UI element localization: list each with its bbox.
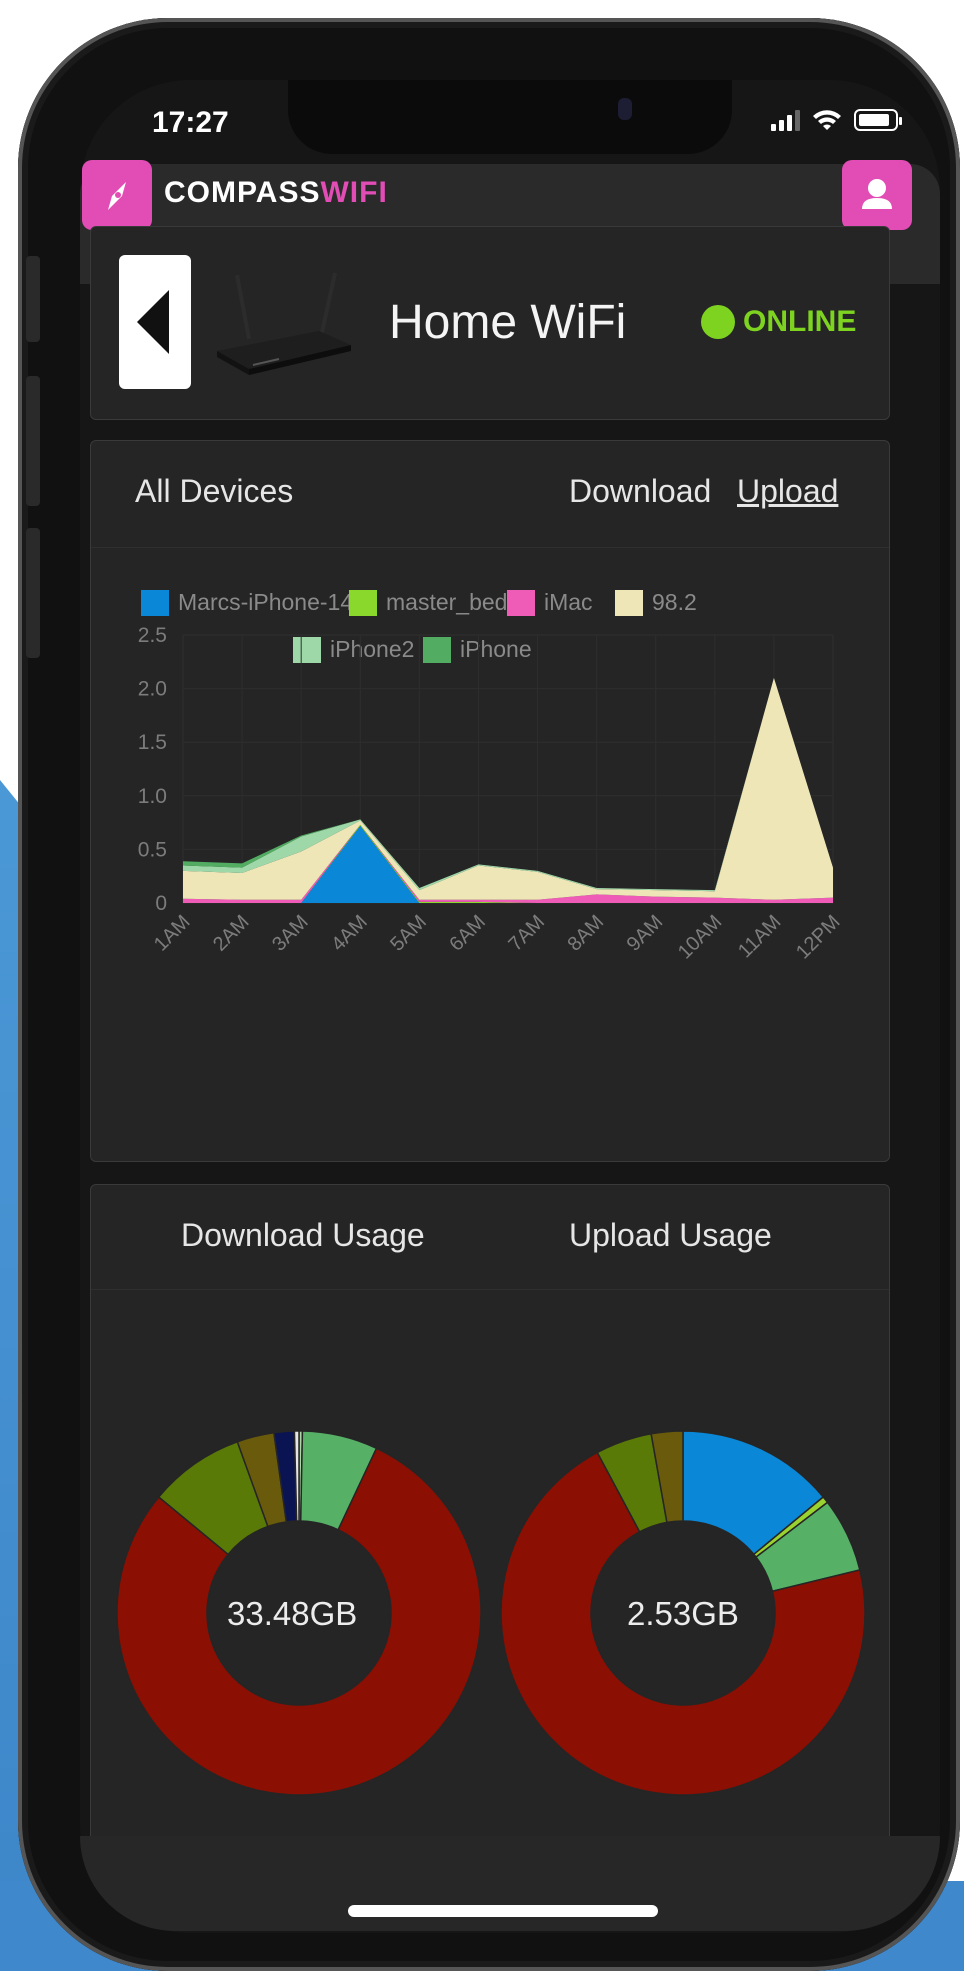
x-tick-label: 8AM bbox=[564, 911, 609, 956]
volume-up-button bbox=[26, 376, 40, 506]
volume-down-button bbox=[26, 528, 40, 658]
x-tick-label: 10AM bbox=[674, 911, 727, 964]
usage-area-chart: 0 0.5 1.0 1.5 2.0 2.5 1AM 2AM 3AM 4AM 5AM 6AM 7AM 8AM… bbox=[138, 624, 845, 964]
upload-usage-title: Upload Usage bbox=[569, 1217, 772, 1253]
upload-total-label: 2.53GB bbox=[627, 1595, 739, 1632]
back-button[interactable] bbox=[119, 255, 191, 389]
mute-switch bbox=[26, 256, 40, 342]
x-tick-label: 9AM bbox=[623, 911, 668, 956]
y-tick-label: 2.0 bbox=[138, 678, 167, 701]
x-tick-label: 6AM bbox=[445, 911, 490, 956]
legend-item-marcs-iphone-14[interactable]: Marcs-iPhone-14 bbox=[141, 589, 353, 616]
usage-pie-card: Download Usage Upload Usage 33.48GB 2.53… bbox=[90, 1184, 890, 1844]
user-icon bbox=[862, 179, 892, 209]
download-toggle[interactable]: Download bbox=[569, 473, 711, 510]
pie-card-header: Download Usage Upload Usage bbox=[91, 1185, 889, 1290]
x-tick-label: 5AM bbox=[386, 911, 431, 956]
legend-swatch bbox=[507, 589, 535, 616]
legend-item-imac[interactable]: iMac bbox=[507, 589, 593, 616]
legend-label: iMac bbox=[544, 589, 593, 615]
wifi-icon bbox=[813, 110, 841, 130]
device-title: Home WiFi bbox=[389, 296, 627, 349]
legend-label: master_bed bbox=[386, 589, 508, 615]
status-time: 17:27 bbox=[152, 106, 229, 139]
x-tick-label: 7AM bbox=[504, 911, 549, 956]
x-tick-label: 4AM bbox=[327, 911, 372, 956]
x-tick-label: 12PM bbox=[792, 911, 845, 964]
legend-label: Marcs-iPhone-14 bbox=[178, 589, 354, 615]
device-filter-label[interactable]: All Devices bbox=[135, 473, 293, 510]
x-tick-label: 3AM bbox=[268, 911, 313, 956]
upload-toggle[interactable]: Upload bbox=[737, 473, 838, 510]
download-total-label: 33.48GB bbox=[227, 1595, 358, 1632]
legend-swatch bbox=[349, 589, 377, 616]
app-logo-text: COMPASSWIFI bbox=[164, 176, 388, 210]
y-tick-label: 0.5 bbox=[138, 838, 167, 861]
logo-accent: WIFI bbox=[320, 176, 388, 209]
device-card: Home WiFi ONLINE bbox=[90, 226, 890, 420]
home-indicator[interactable] bbox=[348, 1905, 658, 1917]
chart-card-header: All Devices Download Upload bbox=[91, 441, 889, 548]
router-image bbox=[217, 272, 351, 375]
user-profile-button[interactable] bbox=[842, 160, 912, 230]
usage-chart-card: All Devices Download Upload Marcs-iPhone… bbox=[90, 440, 890, 1162]
y-tick-label: 1.0 bbox=[138, 785, 167, 808]
back-arrow-icon bbox=[137, 290, 169, 354]
x-tick-label: 1AM bbox=[150, 911, 195, 956]
download-usage-title: Download Usage bbox=[181, 1217, 425, 1253]
online-status-label: ONLINE bbox=[743, 305, 857, 338]
y-tick-label: 2.5 bbox=[138, 624, 167, 647]
logo-main: COMPASS bbox=[164, 176, 321, 209]
x-tick-label: 2AM bbox=[209, 911, 254, 956]
status-icons bbox=[771, 108, 902, 132]
legend-item-master-bed[interactable]: master_bed bbox=[349, 589, 507, 616]
area-series-98-2[interactable] bbox=[183, 677, 833, 900]
legend-item-98-2[interactable]: 98.2 bbox=[615, 589, 697, 616]
compass-logo-icon[interactable] bbox=[82, 160, 152, 230]
cellular-signal-icon bbox=[771, 109, 800, 131]
y-tick-label: 1.5 bbox=[138, 731, 167, 754]
legend-swatch bbox=[141, 589, 169, 616]
legend-label: 98.2 bbox=[652, 589, 697, 615]
notch bbox=[288, 80, 732, 154]
y-tick-label: 0 bbox=[155, 892, 167, 915]
battery-icon bbox=[854, 109, 902, 131]
phone-frame: 17:27 COMPASSWIFI Home WiFi ONLINE All D… bbox=[18, 18, 960, 1971]
legend-swatch bbox=[615, 589, 643, 616]
x-tick-label: 11AM bbox=[734, 911, 785, 962]
online-status-dot bbox=[701, 305, 735, 339]
